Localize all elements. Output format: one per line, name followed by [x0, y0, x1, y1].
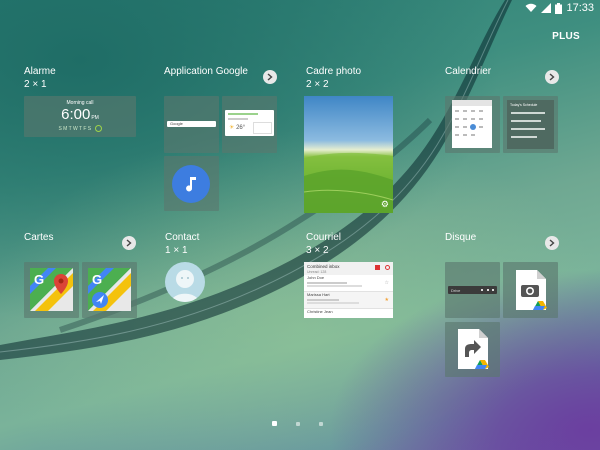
maps-navigation-widget-preview[interactable]: G	[82, 262, 137, 318]
email-row: Christine Jean	[304, 309, 393, 318]
email-inbox-name: Combined inbox	[307, 264, 340, 269]
refresh-icon	[385, 265, 390, 270]
alarm-days-text: S M T W T F S	[58, 125, 92, 132]
widget-title-app-google: Application Google	[164, 66, 248, 77]
page-dot[interactable]	[319, 421, 323, 426]
drive-search-bar: Drive	[448, 286, 497, 294]
alarm-ampm: PM	[91, 115, 99, 121]
wallpaper-swoosh	[0, 0, 512, 360]
google-maps-navigation-icon: G	[88, 268, 131, 311]
drive-bar-icon	[492, 289, 494, 291]
contact-avatar-icon[interactable]	[165, 262, 205, 302]
agenda-sheet: Today's Schedule	[507, 100, 554, 149]
widget-size-alarme: 2 × 1	[24, 79, 47, 90]
signal-icon	[541, 3, 552, 13]
svg-text:G: G	[92, 272, 102, 287]
widget-size-courriel: 3 × 2	[306, 245, 329, 256]
widget-title-calendrier: Calendrier	[445, 66, 492, 77]
widget-size-contact: 1 × 1	[165, 245, 188, 256]
star-icon: ★	[384, 297, 389, 303]
drive-file-shortcut-icon	[458, 329, 489, 369]
chevron-right-icon[interactable]	[545, 236, 559, 250]
calendar-month-sheet	[452, 100, 492, 148]
plus-button[interactable]: PLUS	[552, 31, 580, 42]
email-unread-count: Unread: 128	[307, 270, 327, 274]
email-row: John Doe ☆	[304, 275, 393, 292]
photo-hills	[304, 152, 393, 213]
drive-bar-icon	[481, 289, 483, 291]
agenda-line	[511, 112, 545, 114]
calendar-grid	[452, 100, 492, 136]
agenda-line	[511, 120, 541, 122]
email-row-sender: Christine Jean	[307, 309, 333, 314]
agenda-line	[511, 136, 537, 138]
weather-temp-value: 26°	[236, 125, 246, 131]
alarme-widget-preview[interactable]: Morning call 6:00PM S M T W T F S	[24, 96, 136, 137]
email-row-sender: Marissa Hart	[307, 292, 330, 297]
chevron-right-icon[interactable]	[263, 70, 277, 84]
google-now-widget-preview[interactable]: ☀ 26°	[222, 96, 277, 153]
page-indicator	[272, 421, 323, 426]
alarm-time-value: 6:00	[61, 106, 91, 123]
status-bar: 17:33	[525, 0, 594, 16]
drive-shortcut-widget-preview[interactable]: Drive	[445, 262, 500, 318]
email-row-sender: John Doe	[307, 275, 325, 280]
svg-text:G: G	[34, 272, 44, 287]
chevron-right-icon[interactable]	[122, 236, 136, 250]
email-widget-preview[interactable]: Combined inbox Unread: 128 John Doe ☆ Ma…	[304, 262, 393, 318]
calendar-agenda-widget-preview[interactable]: Today's Schedule	[503, 96, 558, 153]
drive-scan-icon	[516, 270, 547, 310]
widget-title-alarme: Alarme	[24, 66, 56, 77]
email-widget-header: Combined inbox Unread: 128	[304, 262, 393, 275]
agenda-line	[511, 128, 545, 130]
google-search-bar: Google	[167, 121, 216, 127]
widget-title-disque: Disque	[445, 232, 477, 243]
widget-title-contact: Contact	[165, 232, 200, 243]
google-search-hint: Google	[170, 121, 183, 126]
alarm-days: S M T W T F S	[24, 125, 136, 132]
alarm-clock-icon	[94, 125, 102, 132]
page-dot-active[interactable]	[272, 421, 277, 426]
battery-icon	[555, 2, 563, 14]
maps-widget-preview[interactable]: G	[24, 262, 79, 318]
google-now-card: ☀ 26°	[225, 110, 274, 136]
photo-frame-widget-preview[interactable]: ⚙	[304, 96, 393, 213]
gear-icon[interactable]: ⚙	[381, 199, 389, 210]
music-widget-preview[interactable]	[164, 156, 219, 211]
agenda-title: Today's Schedule	[510, 103, 538, 107]
drive-bar-icon	[487, 289, 489, 291]
google-maps-icon: G	[30, 268, 73, 311]
widget-title-cadre-photo: Cadre photo	[306, 66, 362, 77]
calendar-month-widget-preview[interactable]	[445, 96, 500, 153]
weather-temp: ☀ 26°	[229, 125, 246, 131]
drive-file-widget-preview[interactable]	[445, 322, 500, 377]
star-icon: ☆	[384, 280, 389, 286]
drive-scan-widget-preview[interactable]	[503, 262, 558, 318]
page-dot[interactable]	[296, 421, 300, 426]
music-note-icon	[172, 165, 210, 203]
now-card-line	[228, 113, 258, 115]
person-icon	[171, 270, 199, 302]
email-row: Marissa Hart ★	[304, 292, 393, 309]
compose-icon	[375, 265, 380, 270]
now-card-box	[253, 122, 272, 134]
widget-size-cadre-photo: 2 × 2	[306, 79, 329, 90]
chevron-right-icon[interactable]	[545, 70, 559, 84]
google-search-widget-preview[interactable]: Google	[164, 96, 219, 153]
status-time: 17:33	[566, 2, 594, 14]
now-card-line	[228, 118, 248, 120]
drive-bar-label: Drive	[451, 287, 461, 293]
wifi-icon	[525, 3, 537, 12]
alarm-time: 6:00PM	[24, 107, 136, 126]
widget-title-courriel: Courriel	[306, 232, 342, 243]
widget-title-cartes: Cartes	[24, 232, 54, 243]
